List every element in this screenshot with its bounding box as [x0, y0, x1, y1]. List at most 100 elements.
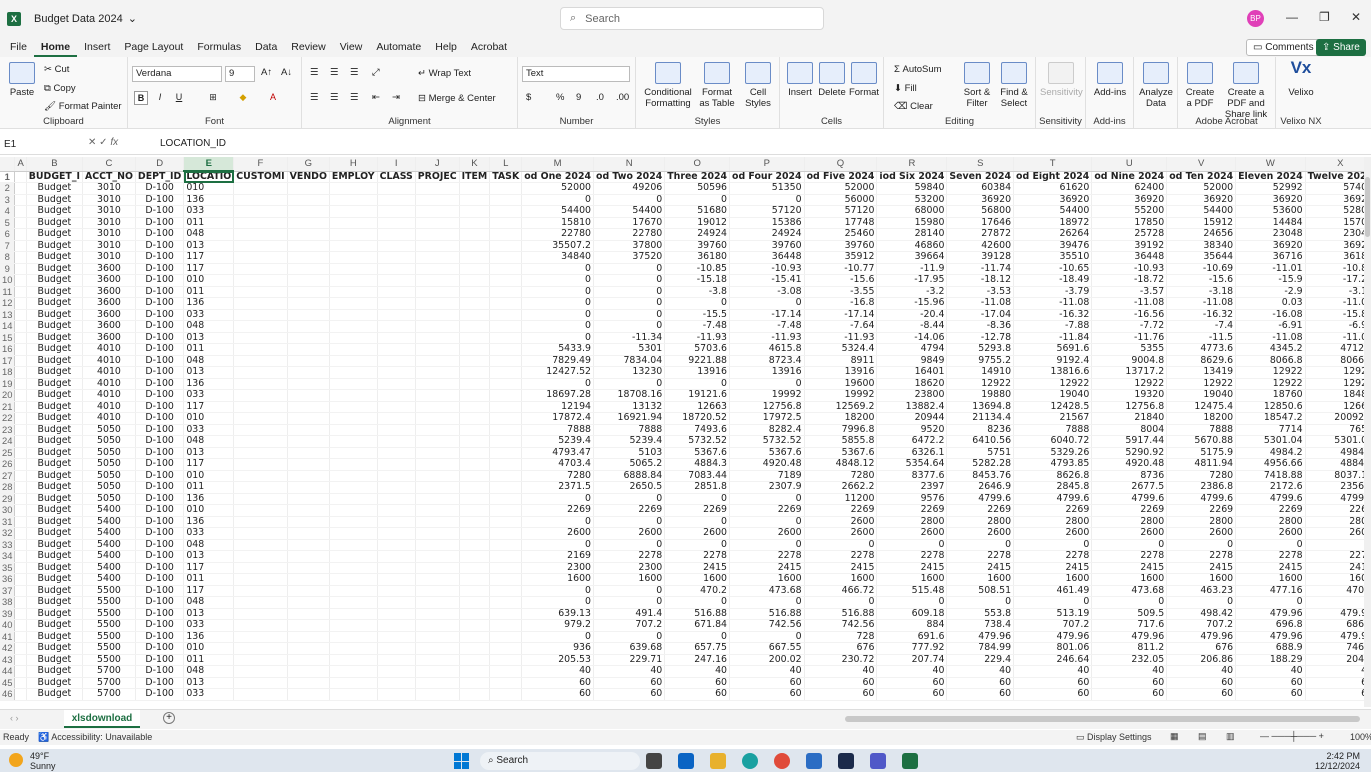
cell[interactable]: 6472.2 [876, 435, 948, 448]
cell[interactable]: -3.14 [1305, 286, 1364, 298]
cell[interactable]: D-100 [135, 355, 185, 367]
cell[interactable]: -6.91 [1305, 320, 1364, 333]
cell[interactable]: 2646.9 [946, 481, 1015, 494]
cell[interactable]: 7888 [593, 424, 666, 436]
cell[interactable] [489, 274, 523, 287]
cell[interactable]: 0 [729, 539, 805, 551]
cell[interactable]: -15.5 [664, 309, 731, 321]
cell[interactable]: 0 [664, 596, 731, 609]
cell[interactable]: 17748 [804, 217, 878, 229]
cell[interactable]: 6040.72 [1013, 435, 1093, 448]
cell[interactable] [415, 205, 460, 218]
cell[interactable]: 0 [521, 378, 594, 390]
cell[interactable] [415, 228, 460, 241]
cell[interactable]: 50596 [664, 182, 731, 195]
cell[interactable] [415, 585, 460, 597]
currency-icon[interactable]: $ [526, 92, 531, 103]
cell[interactable]: 5500 [82, 585, 136, 597]
cell[interactable]: D-100 [135, 194, 185, 206]
cell[interactable]: Budget [26, 297, 84, 310]
row-header[interactable]: 1 [0, 171, 16, 183]
cell[interactable] [459, 470, 491, 482]
cell[interactable]: 12922 [1091, 378, 1168, 390]
cell[interactable]: 0 [593, 631, 666, 643]
cell[interactable]: 35644 [1166, 251, 1237, 264]
cell[interactable]: 728 [804, 631, 878, 643]
cell[interactable]: 0 [1166, 596, 1237, 609]
cell[interactable]: Budget [26, 665, 84, 678]
cell[interactable]: -17.14 [804, 309, 878, 321]
cell[interactable]: D-100 [135, 274, 185, 287]
cell[interactable]: 0 [1091, 596, 1168, 609]
worksheet-grid[interactable]: ABCDEFGHIJKLMNOPQRSTUVWX 1 BUDGET_I ACCT_N… [0, 157, 1364, 707]
cell[interactable] [489, 343, 523, 356]
cell[interactable] [287, 389, 330, 402]
cell[interactable]: -11.08 [1305, 332, 1364, 344]
cell[interactable] [377, 654, 416, 666]
find-select-button[interactable]: Find & Select [996, 62, 1032, 109]
cell[interactable]: 7834.04 [593, 355, 666, 367]
cell[interactable] [377, 205, 416, 218]
cell[interactable]: 60 [1091, 688, 1168, 701]
cell[interactable] [377, 596, 416, 609]
cell[interactable]: 200.02 [729, 654, 805, 666]
column-header[interactable]: U [1091, 157, 1168, 172]
cell[interactable]: 0 [593, 539, 666, 551]
cell[interactable]: 2278 [804, 550, 878, 563]
horizontal-scrollbar[interactable] [845, 716, 1360, 722]
cell[interactable]: 2300 [593, 562, 666, 574]
cell[interactable] [287, 654, 330, 666]
cell[interactable]: -15.41 [729, 274, 805, 287]
cell[interactable]: 011 [183, 481, 235, 494]
cell[interactable] [14, 194, 27, 206]
cell[interactable]: 36920 [1091, 194, 1168, 206]
cell[interactable]: DEPT_ID [135, 171, 185, 183]
cell[interactable]: 0 [593, 274, 666, 287]
cell[interactable]: -11.08 [1305, 297, 1364, 310]
cell[interactable]: 53600 [1235, 205, 1306, 218]
cell[interactable] [14, 171, 27, 183]
cell[interactable]: 2269 [804, 504, 878, 517]
cell[interactable]: 60 [1013, 677, 1093, 689]
cell[interactable]: 37800 [593, 240, 666, 252]
cell[interactable]: 2397 [876, 481, 948, 494]
cell[interactable]: 0 [876, 596, 948, 609]
cell[interactable]: -11.08 [1235, 332, 1306, 344]
cell[interactable] [489, 562, 523, 574]
cell[interactable] [415, 182, 460, 195]
row-header[interactable]: 35 [0, 562, 16, 574]
cell[interactable]: 0 [593, 309, 666, 321]
cell[interactable]: od Four 2024 [729, 171, 805, 183]
cell[interactable] [287, 550, 330, 563]
cell[interactable]: 2600 [946, 527, 1015, 540]
cell[interactable]: 5433.9 [521, 343, 594, 356]
column-header[interactable]: L [489, 157, 523, 172]
decrease-font-icon[interactable]: A↓ [281, 67, 292, 78]
cell[interactable]: 206.86 [1166, 654, 1237, 666]
cell[interactable]: 36180 [664, 251, 731, 264]
cell[interactable]: Budget [26, 447, 84, 459]
cell[interactable]: 5400 [82, 539, 136, 551]
cell[interactable]: 0 [1305, 596, 1364, 609]
cell[interactable] [415, 688, 460, 701]
cell[interactable]: Eleven 2024 [1235, 171, 1306, 183]
column-header[interactable]: V [1166, 157, 1237, 172]
cell[interactable] [14, 596, 27, 609]
cell[interactable] [459, 504, 491, 517]
cell[interactable] [233, 378, 288, 390]
cell[interactable]: -10.85 [1305, 263, 1364, 275]
cell[interactable]: D-100 [135, 343, 185, 356]
cell[interactable]: 498.42 [1166, 608, 1237, 620]
cell[interactable] [377, 228, 416, 241]
cell[interactable]: -7.72 [1091, 320, 1168, 333]
cell[interactable]: ITEM [459, 171, 491, 183]
cell[interactable]: 40 [1305, 665, 1364, 678]
cell[interactable] [377, 194, 416, 206]
cell[interactable] [459, 378, 491, 390]
cell[interactable]: 36180 [1305, 251, 1364, 264]
cell[interactable]: 7189 [729, 470, 805, 482]
format-cells-button[interactable]: Format [848, 62, 880, 98]
cell[interactable]: -16.32 [1013, 309, 1093, 321]
cell[interactable]: 136 [183, 194, 235, 206]
cell[interactable] [459, 309, 491, 321]
